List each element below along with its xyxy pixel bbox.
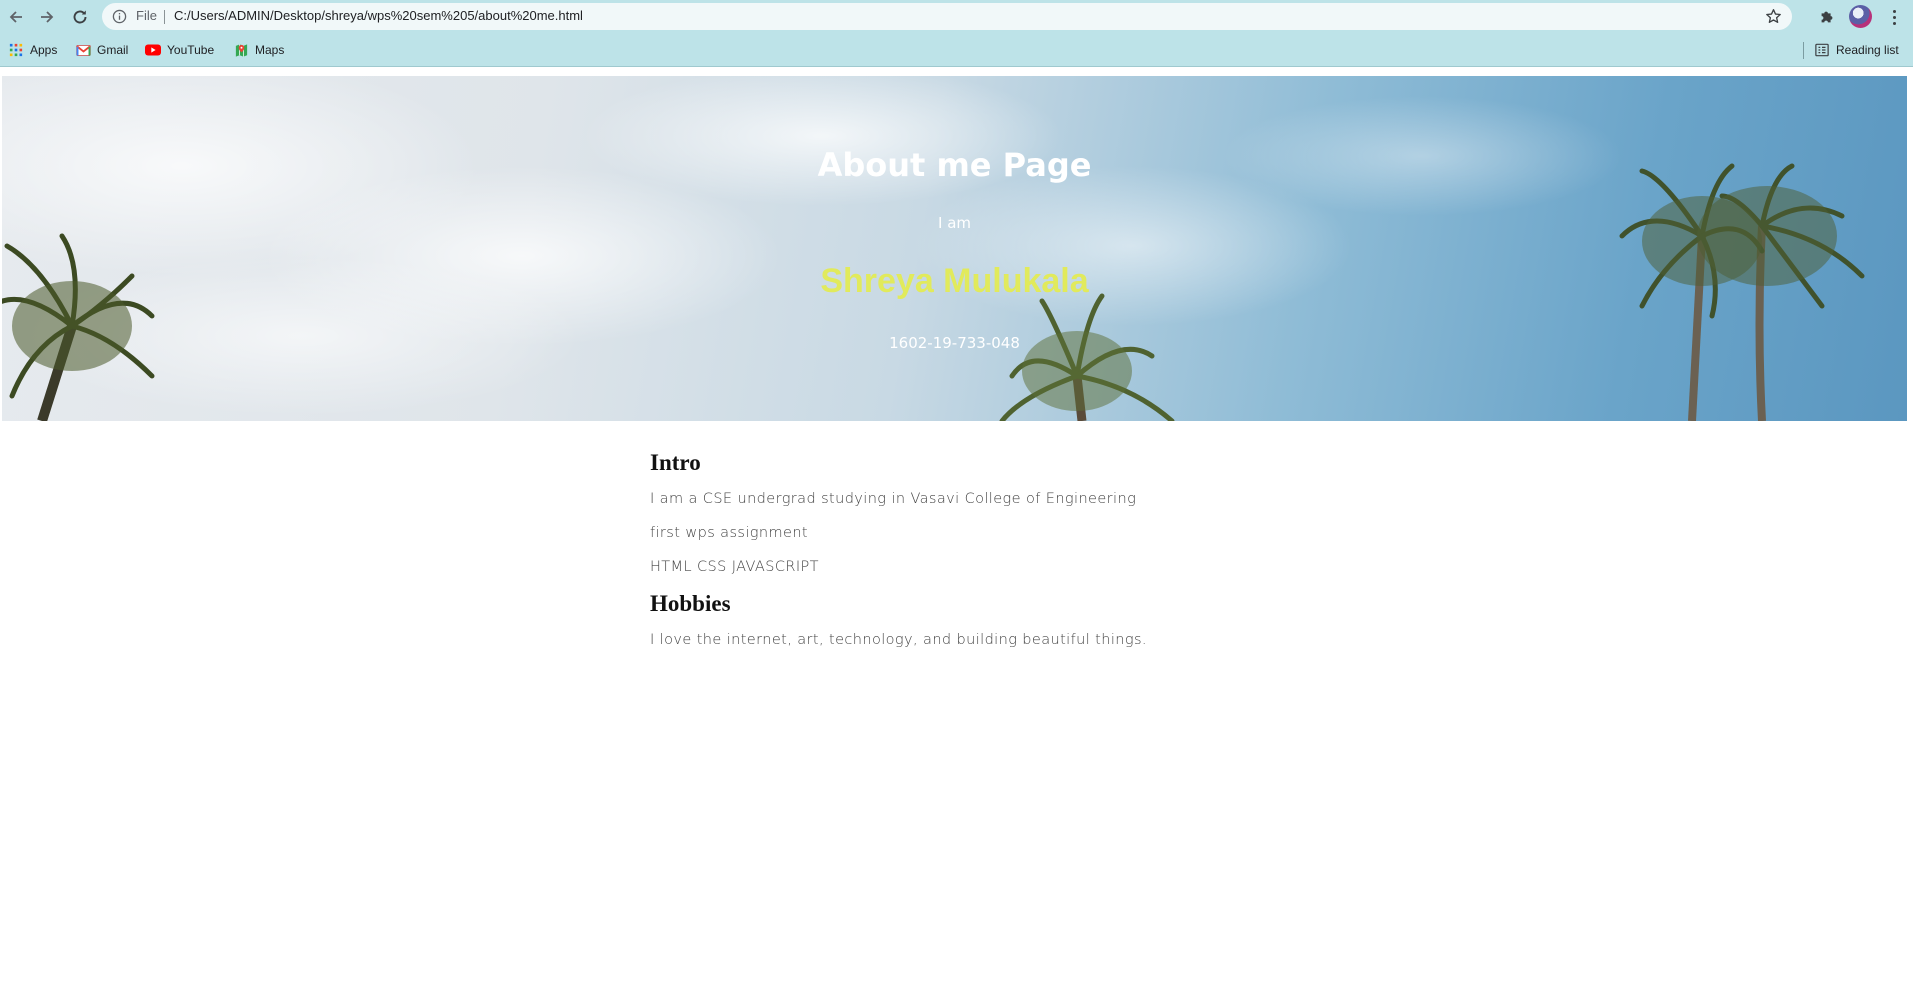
profile-avatar[interactable] bbox=[1849, 5, 1872, 28]
puzzle-icon bbox=[1821, 11, 1833, 23]
roll-number: 1602-19-733-048 bbox=[889, 334, 1020, 352]
reading-list-icon bbox=[1814, 42, 1830, 58]
intro-line: I am a CSE undergrad studying in Vasavi … bbox=[650, 491, 1137, 507]
hero-banner: About me Page I am Shreya Mulukala 1602-… bbox=[2, 76, 1907, 421]
bookmarks-bar: Apps Gmail YouTube Maps Reading list bbox=[0, 33, 1913, 67]
address-bar[interactable]: File C:/Users/ADMIN/Desktop/shreya/wps%2… bbox=[102, 3, 1792, 30]
bookmark-label: Maps bbox=[255, 43, 285, 57]
hobbies-heading: Hobbies bbox=[650, 591, 731, 616]
bookmark-label: YouTube bbox=[167, 43, 215, 57]
bookmark-youtube[interactable]: YouTube bbox=[145, 41, 214, 59]
browser-menu-button[interactable] bbox=[1882, 5, 1906, 29]
intro-line: first wps assignment bbox=[650, 525, 809, 541]
arrow-right-icon bbox=[41, 11, 54, 23]
hero-intro-text: I am bbox=[938, 214, 971, 232]
bookmark-label: Gmail bbox=[97, 43, 129, 57]
reading-list-button[interactable]: Reading list bbox=[1814, 41, 1899, 59]
hero-name: Shreya Mulukala bbox=[820, 262, 1089, 300]
bookmark-maps[interactable]: Maps bbox=[233, 41, 284, 59]
reload-button[interactable] bbox=[67, 4, 93, 30]
browser-toolbar: File C:/Users/ADMIN/Desktop/shreya/wps%2… bbox=[0, 0, 1913, 33]
forward-button[interactable] bbox=[34, 4, 60, 30]
arrow-left-icon bbox=[9, 11, 22, 23]
intro-heading: Intro bbox=[650, 450, 701, 475]
page-title: About me Page bbox=[817, 146, 1092, 184]
apps-grid-icon bbox=[8, 42, 24, 58]
reading-list-label: Reading list bbox=[1836, 43, 1899, 57]
youtube-icon bbox=[145, 42, 161, 58]
main-content: Intro I am a CSE undergrad studying in V… bbox=[650, 450, 1350, 648]
extensions-button[interactable] bbox=[1815, 5, 1839, 29]
bookmark-apps[interactable]: Apps bbox=[8, 41, 57, 59]
gmail-icon bbox=[75, 42, 91, 58]
intro-line: HTML CSS JAVASCRIPT bbox=[650, 559, 819, 575]
reload-icon bbox=[73, 10, 87, 24]
file-scheme-label: File bbox=[136, 8, 157, 23]
url-text[interactable]: C:/Users/ADMIN/Desktop/shreya/wps%20sem%… bbox=[174, 8, 583, 23]
address-separator bbox=[164, 10, 165, 24]
info-icon[interactable] bbox=[112, 9, 127, 24]
bookmark-label: Apps bbox=[30, 43, 58, 57]
bookmarks-separator bbox=[1803, 42, 1804, 59]
hobbies-text: I love the internet, art, technology, an… bbox=[650, 632, 1147, 648]
maps-icon bbox=[233, 42, 249, 58]
sky-palm-trees-image bbox=[2, 76, 1865, 421]
star-icon[interactable] bbox=[1765, 8, 1782, 25]
bookmark-gmail[interactable]: Gmail bbox=[75, 41, 128, 59]
back-button[interactable] bbox=[3, 4, 29, 30]
